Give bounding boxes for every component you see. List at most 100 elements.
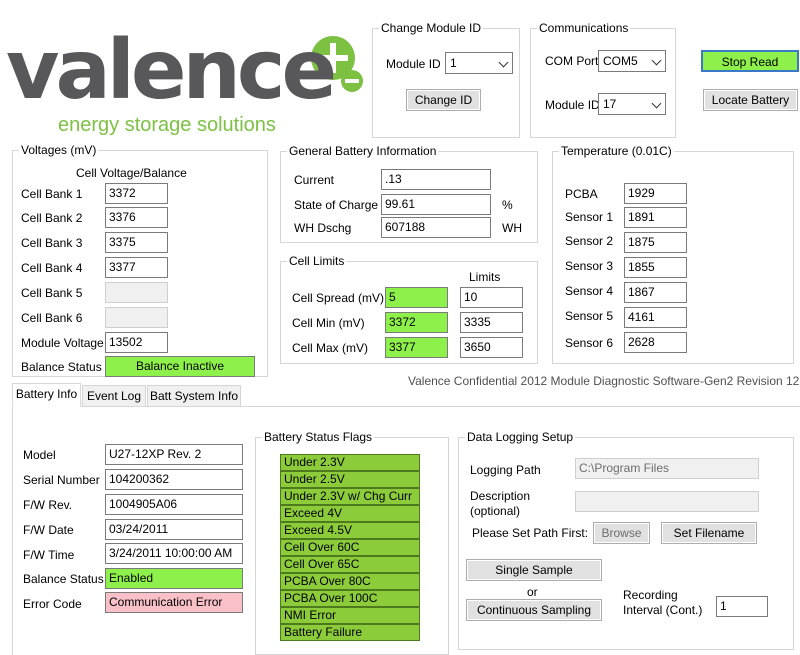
tab-event-log[interactable]: Event Log [82,385,146,407]
wh-value: 607188 [381,217,491,238]
cell-limit-threshold: 10 [460,287,523,308]
status-flag: Under 2.5V [280,471,420,488]
cell-bank-label: Cell Bank 1 [21,187,83,201]
description-label-1: Description [470,489,531,503]
logo-tagline: energy storage solutions [58,114,276,136]
temp-value: 4161 [624,307,687,328]
cell-limit-value: 3372 [385,312,448,333]
module-id-select[interactable]: 1 [445,52,513,74]
browse-button[interactable]: Browse [593,522,650,544]
temp-label: Sensor 2 [565,234,614,248]
cell-bank-label: Cell Bank 4 [21,261,83,275]
model-label: Model [23,448,56,462]
change-id-button[interactable]: Change ID [406,89,481,111]
cell-limit-label: Cell Min (mV) [292,316,365,330]
temp-value: 1929 [624,183,687,204]
current-label: Current [294,173,335,187]
fw-rev-value: 1004905A06 [105,494,243,515]
cell-bank-label: Cell Bank 2 [21,211,83,225]
status-flag: Under 2.3V [280,454,420,471]
general-info-title: General Battery Information [287,144,439,158]
serial-value: 104200362 [105,469,243,490]
error-code-value: Communication Error [105,592,243,613]
module-id-label: Module ID [386,57,441,71]
set-filename-button[interactable]: Set Filename [661,522,757,544]
status-flag: Exceed 4V [280,505,420,522]
confidential-notice: Valence Confidential 2012 Module Diagnos… [408,374,800,388]
cell-bank-label: Cell Bank 5 [21,286,83,300]
status-flag: Cell Over 65C [280,556,420,573]
fw-date-value: 03/24/2011 [105,519,243,540]
recording-interval-input[interactable]: 1 [716,596,768,617]
status-flags-title: Battery Status Flags [262,430,375,444]
recording-label-2: Interval (Cont.) [623,603,703,617]
chevron-down-icon[interactable] [651,98,662,109]
balance-status-label: Balance Status [23,572,104,586]
stop-read-button[interactable]: Stop Read [701,50,799,72]
cell-bank-label: Cell Bank 6 [21,311,83,325]
temp-value: 2628 [624,332,687,353]
temp-value: 1855 [624,257,687,278]
soc-label: State of Charge [294,198,379,212]
change-module-group: Change Module ID [372,21,520,138]
cell-voltage-header: Cell Voltage/Balance [76,166,187,180]
module-voltage-label: Module Voltage [21,336,104,350]
logo-word: valence [6,23,337,118]
cell-limit-threshold: 3650 [460,337,523,358]
status-flag: NMI Error [280,607,420,624]
tab-battery-info[interactable]: Battery Info [12,383,81,407]
balance-status-value: Balance Inactive [105,356,255,377]
soc-value: 99.61 [381,194,491,215]
comm-module-id-select[interactable]: 17 [598,93,666,115]
communications-group: Communications [530,21,676,138]
description-input[interactable] [575,491,759,512]
temp-label: Sensor 6 [565,336,614,350]
status-flag: PCBA Over 80C [280,573,420,590]
change-module-title: Change Module ID [379,21,484,35]
cell-limit-label: Cell Spread (mV) [292,291,385,305]
logging-path-label: Logging Path [470,463,541,477]
temperature-title: Temperature (0.01C) [559,144,674,158]
com-port-label: COM Port [545,54,599,68]
model-value: U27-12XP Rev. 2 [105,444,243,465]
fw-time-label: F/W Time [23,548,75,562]
status-flag: Cell Over 60C [280,539,420,556]
comm-module-id-label: Module ID [545,98,600,112]
serial-label: Serial Number [23,473,100,487]
or-text: or [527,585,538,599]
valence-logo: valence energy storage solutions [6,18,366,138]
single-sample-button[interactable]: Single Sample [466,559,602,581]
chevron-down-icon[interactable] [651,55,662,66]
current-value: .13 [381,169,491,190]
chevron-down-icon[interactable] [498,57,509,68]
balance-status-label: Balance Status [21,360,102,374]
cell-bank-value: 3377 [105,257,168,278]
temp-value: 1867 [624,282,687,303]
cell-bank-value [105,307,168,328]
cell-bank-value: 3376 [105,207,168,228]
cell-bank-value: 3375 [105,232,168,253]
temp-value: 1875 [624,232,687,253]
status-flag: Under 2.3V w/ Chg Curr [280,488,420,505]
locate-battery-button[interactable]: Locate Battery [703,89,798,111]
status-flag: Exceed 4.5V [280,522,420,539]
wh-unit: WH [502,221,522,235]
error-code-label: Error Code [23,597,82,611]
continuous-sampling-button[interactable]: Continuous Sampling [466,599,602,621]
fw-rev-label: F/W Rev. [23,498,73,512]
wh-label: WH Dschg [294,221,352,235]
voltages-title: Voltages (mV) [19,143,99,157]
cell-bank-value: 3372 [105,183,168,204]
cell-limit-value: 5 [385,287,448,308]
tab-batt-system-info[interactable]: Batt System Info [147,385,241,407]
temp-label: Sensor 5 [565,309,614,323]
temp-label: PCBA [565,187,598,201]
temp-label: Sensor 1 [565,210,614,224]
recording-label-1: Recording [623,588,678,602]
cell-bank-value [105,282,168,303]
com-port-select[interactable]: COM5 [598,50,666,72]
cell-limit-value: 3377 [385,337,448,358]
balance-enabled-value: Enabled [105,568,243,589]
logging-path-input[interactable]: C:\Program Files [575,458,759,479]
data-logging-title: Data Logging Setup [465,430,576,444]
